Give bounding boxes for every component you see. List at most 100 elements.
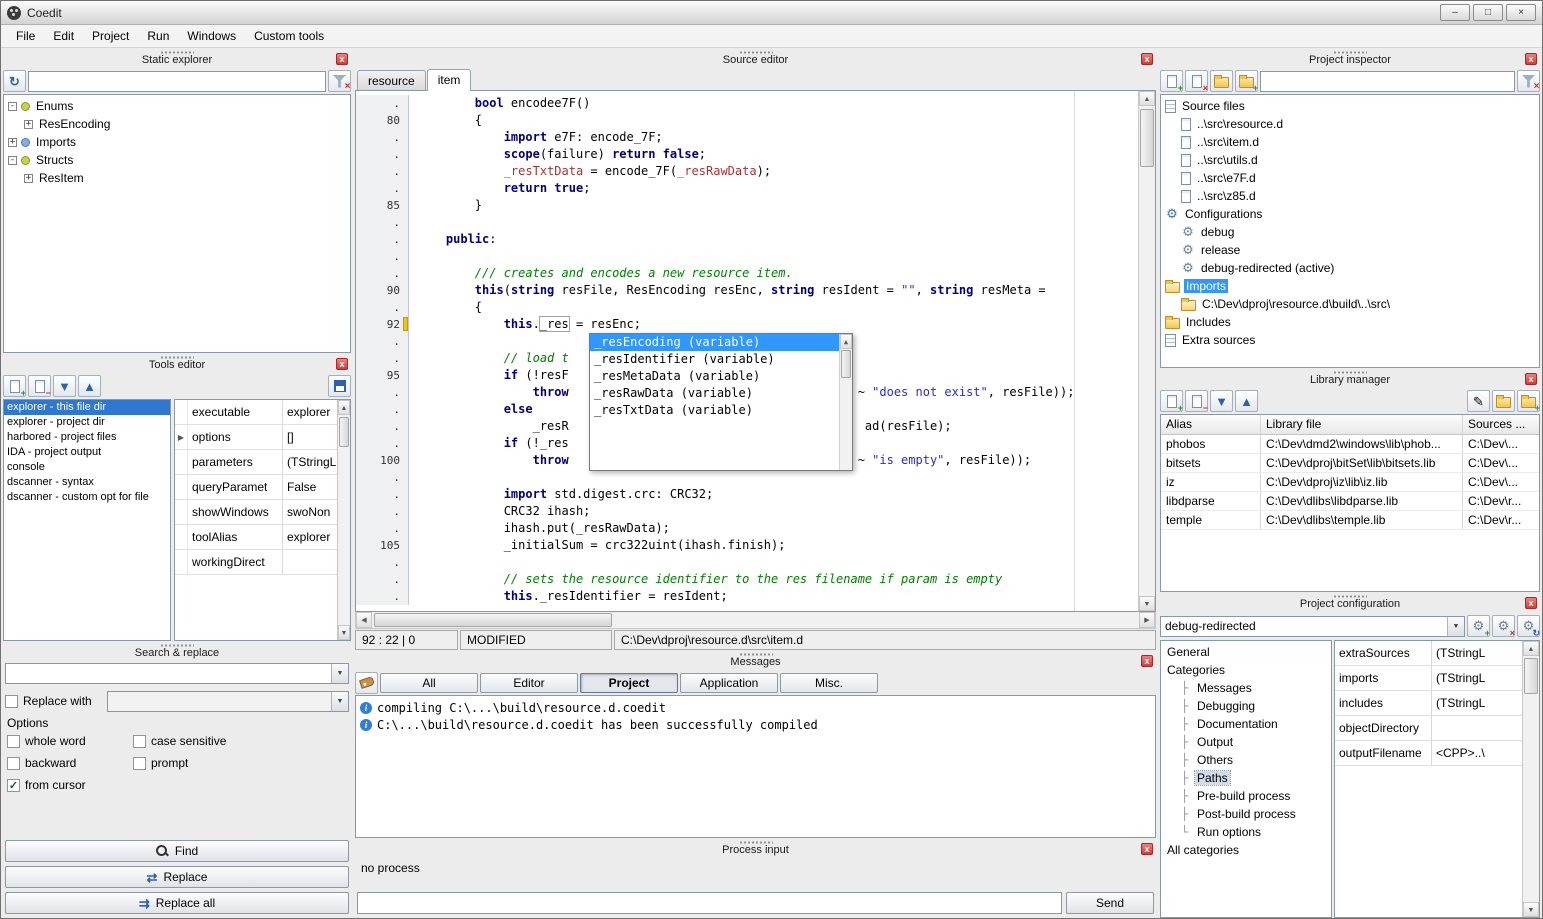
menu-item-run[interactable]: Run <box>138 26 178 46</box>
tree-item-imports[interactable]: +Imports <box>4 133 350 151</box>
gutter-cell[interactable]: 85 <box>356 197 409 214</box>
completion-item[interactable]: _resIdentifier (variable) <box>590 351 839 368</box>
editor-vertical-scrollbar[interactable]: ▲ ▼ <box>1138 91 1155 611</box>
tree-item-messages[interactable]: ├Messages <box>1161 679 1331 697</box>
scroll-left-icon[interactable]: ◀ <box>356 612 372 628</box>
gutter-cell[interactable]: . <box>356 520 409 537</box>
library-row-libdparse[interactable]: libdparseC:\Dev\dlibs\libdparse.libC:\De… <box>1161 492 1539 511</box>
tree-item-categories[interactable]: Categories <box>1161 661 1331 679</box>
panel-close-button[interactable]: x <box>1141 655 1153 667</box>
tools-list-item[interactable]: harbored - project files <box>4 430 170 445</box>
tree-item-post-build-process[interactable]: ├Post-build process <box>1161 805 1331 823</box>
panel-close-button[interactable]: x <box>1525 373 1537 385</box>
scroll-down-icon[interactable]: ▼ <box>1523 902 1539 917</box>
code-line[interactable]: . scope(failure) return false; <box>356 146 1138 163</box>
completion-item[interactable]: _resTxtData (variable) <box>590 402 839 419</box>
tools-list-item[interactable]: explorer - this file dir <box>4 400 170 415</box>
search-term-combo[interactable]: ▼ <box>5 663 349 684</box>
code-line[interactable]: . return true; <box>356 180 1138 197</box>
tree-item-src-utils-d[interactable]: ..\src\utils.d <box>1161 151 1539 169</box>
code-line[interactable]: . import std.digest.crc: CRC32; <box>356 486 1138 503</box>
property-value[interactable]: (TStringL <box>283 450 337 474</box>
property-row-includes[interactable]: includes(TStringL <box>1335 691 1522 716</box>
dropdown-icon[interactable]: ▼ <box>331 664 348 683</box>
replace-all-button[interactable]: ⇉Replace all <box>5 892 349 914</box>
code-line[interactable]: . ihash.put(_resRawData); <box>356 520 1138 537</box>
process-input-field[interactable] <box>357 892 1062 914</box>
tree-item-enums[interactable]: -Enums <box>4 97 350 115</box>
close-button[interactable]: × <box>1506 4 1536 21</box>
property-row-imports[interactable]: imports(TStringL <box>1335 666 1522 691</box>
tree-item-debugging[interactable]: ├Debugging <box>1161 697 1331 715</box>
add-tool-button[interactable]: + <box>3 375 26 397</box>
tree-item-output[interactable]: ├Output <box>1161 733 1331 751</box>
gutter-cell[interactable]: . <box>356 384 409 401</box>
tools-list-item[interactable]: explorer - project dir <box>4 415 170 430</box>
gutter-cell[interactable]: . <box>356 231 409 248</box>
titlebar[interactable]: Coedit – □ × <box>1 1 1542 25</box>
minimize-button[interactable]: – <box>1440 4 1470 21</box>
code-line[interactable]: . { <box>356 299 1138 316</box>
tab-resource[interactable]: resource <box>357 70 426 90</box>
process-input-header[interactable]: Process input x <box>355 838 1156 858</box>
gutter-cell[interactable]: . <box>356 418 409 435</box>
code-line[interactable]: . /// creates and encodes a new resource… <box>356 265 1138 282</box>
gutter-cell[interactable]: 95 <box>356 367 409 384</box>
add-folder-sources-button[interactable]: + <box>1235 70 1258 92</box>
gutter-cell[interactable]: 105 <box>356 537 409 554</box>
panel-close-button[interactable]: x <box>1525 597 1537 609</box>
completion-scrollbar[interactable]: ▲ <box>839 334 852 470</box>
remove-source-button[interactable]: × <box>1185 70 1208 92</box>
code-line[interactable]: 80 { <box>356 112 1138 129</box>
expander-icon[interactable]: - <box>8 102 17 111</box>
gutter-cell[interactable]: . <box>356 571 409 588</box>
gutter-cell[interactable]: . <box>356 588 409 605</box>
messages-filter-misc[interactable]: Misc. <box>780 673 878 693</box>
tree-item-structs[interactable]: -Structs <box>4 151 350 169</box>
message-line[interactable]: icompiling C:\...\build\resource.d.coedi… <box>356 699 1155 716</box>
code-editor[interactable]: . bool encodee7F()80 {. import e7F: enco… <box>356 91 1138 611</box>
property-row-executable[interactable]: executableexplorer <box>175 400 337 425</box>
gutter-cell[interactable]: 90 <box>356 282 409 299</box>
checkbox-from-cursor[interactable]: ✓from cursor <box>7 774 125 796</box>
library-row-iz[interactable]: izC:\Dev\dproj\iz\lib\iz.libC:\Dev\... <box>1161 473 1539 492</box>
panel-close-button[interactable]: x <box>336 358 348 370</box>
gutter-cell[interactable]: . <box>356 299 409 316</box>
messages-filter-editor[interactable]: Editor <box>480 673 578 693</box>
scroll-down-icon[interactable]: ▼ <box>338 625 350 640</box>
tree-item-src-z85-d[interactable]: ..\src\z85.d <box>1161 187 1539 205</box>
save-tools-button[interactable] <box>328 375 351 397</box>
message-category-button[interactable] <box>355 672 378 694</box>
property-row-parameters[interactable]: parameters(TStringL <box>175 450 337 475</box>
gutter-cell[interactable]: . <box>356 503 409 520</box>
refresh-button[interactable]: ↻ <box>3 70 26 92</box>
library-column-header[interactable]: Sources ... <box>1463 415 1539 434</box>
tree-item-paths[interactable]: ├Paths <box>1161 769 1331 787</box>
messages-filter-application[interactable]: Application <box>680 673 778 693</box>
code-line[interactable]: . <box>356 214 1138 231</box>
code-line[interactable]: . _resTxtData = encode_7F(_resRawData); <box>356 163 1138 180</box>
property-value[interactable] <box>283 550 337 574</box>
expander-icon[interactable]: + <box>8 138 17 147</box>
project-inspector-header[interactable]: Project inspector x <box>1160 48 1540 68</box>
panel-close-button[interactable]: x <box>1141 53 1153 65</box>
gutter-cell[interactable]: 80 <box>356 112 409 129</box>
menu-item-custom-tools[interactable]: Custom tools <box>245 26 333 46</box>
gutter-cell[interactable]: 100 <box>356 452 409 469</box>
tree-item-pre-build-process[interactable]: ├Pre-build process <box>1161 787 1331 805</box>
scroll-up-icon[interactable]: ▲ <box>840 334 852 349</box>
move-library-up-button[interactable]: ▲ <box>1235 390 1258 412</box>
remove-tool-button[interactable]: − <box>28 375 51 397</box>
replace-term-combo[interactable]: ▼ <box>107 691 349 712</box>
property-value[interactable] <box>1432 716 1522 740</box>
property-value[interactable]: (TStringL <box>1432 691 1522 715</box>
property-value[interactable]: swoNon <box>283 500 337 524</box>
menu-item-windows[interactable]: Windows <box>178 26 245 46</box>
panel-close-button[interactable]: x <box>1141 843 1153 855</box>
scroll-up-icon[interactable]: ▲ <box>1523 641 1539 656</box>
tree-item-source-files[interactable]: Source files <box>1161 97 1539 115</box>
library-column-header[interactable]: Alias <box>1161 415 1261 434</box>
code-line[interactable]: . <box>356 554 1138 571</box>
property-value[interactable]: False <box>283 475 337 499</box>
tools-list-item[interactable]: IDA - project output <box>4 445 170 460</box>
